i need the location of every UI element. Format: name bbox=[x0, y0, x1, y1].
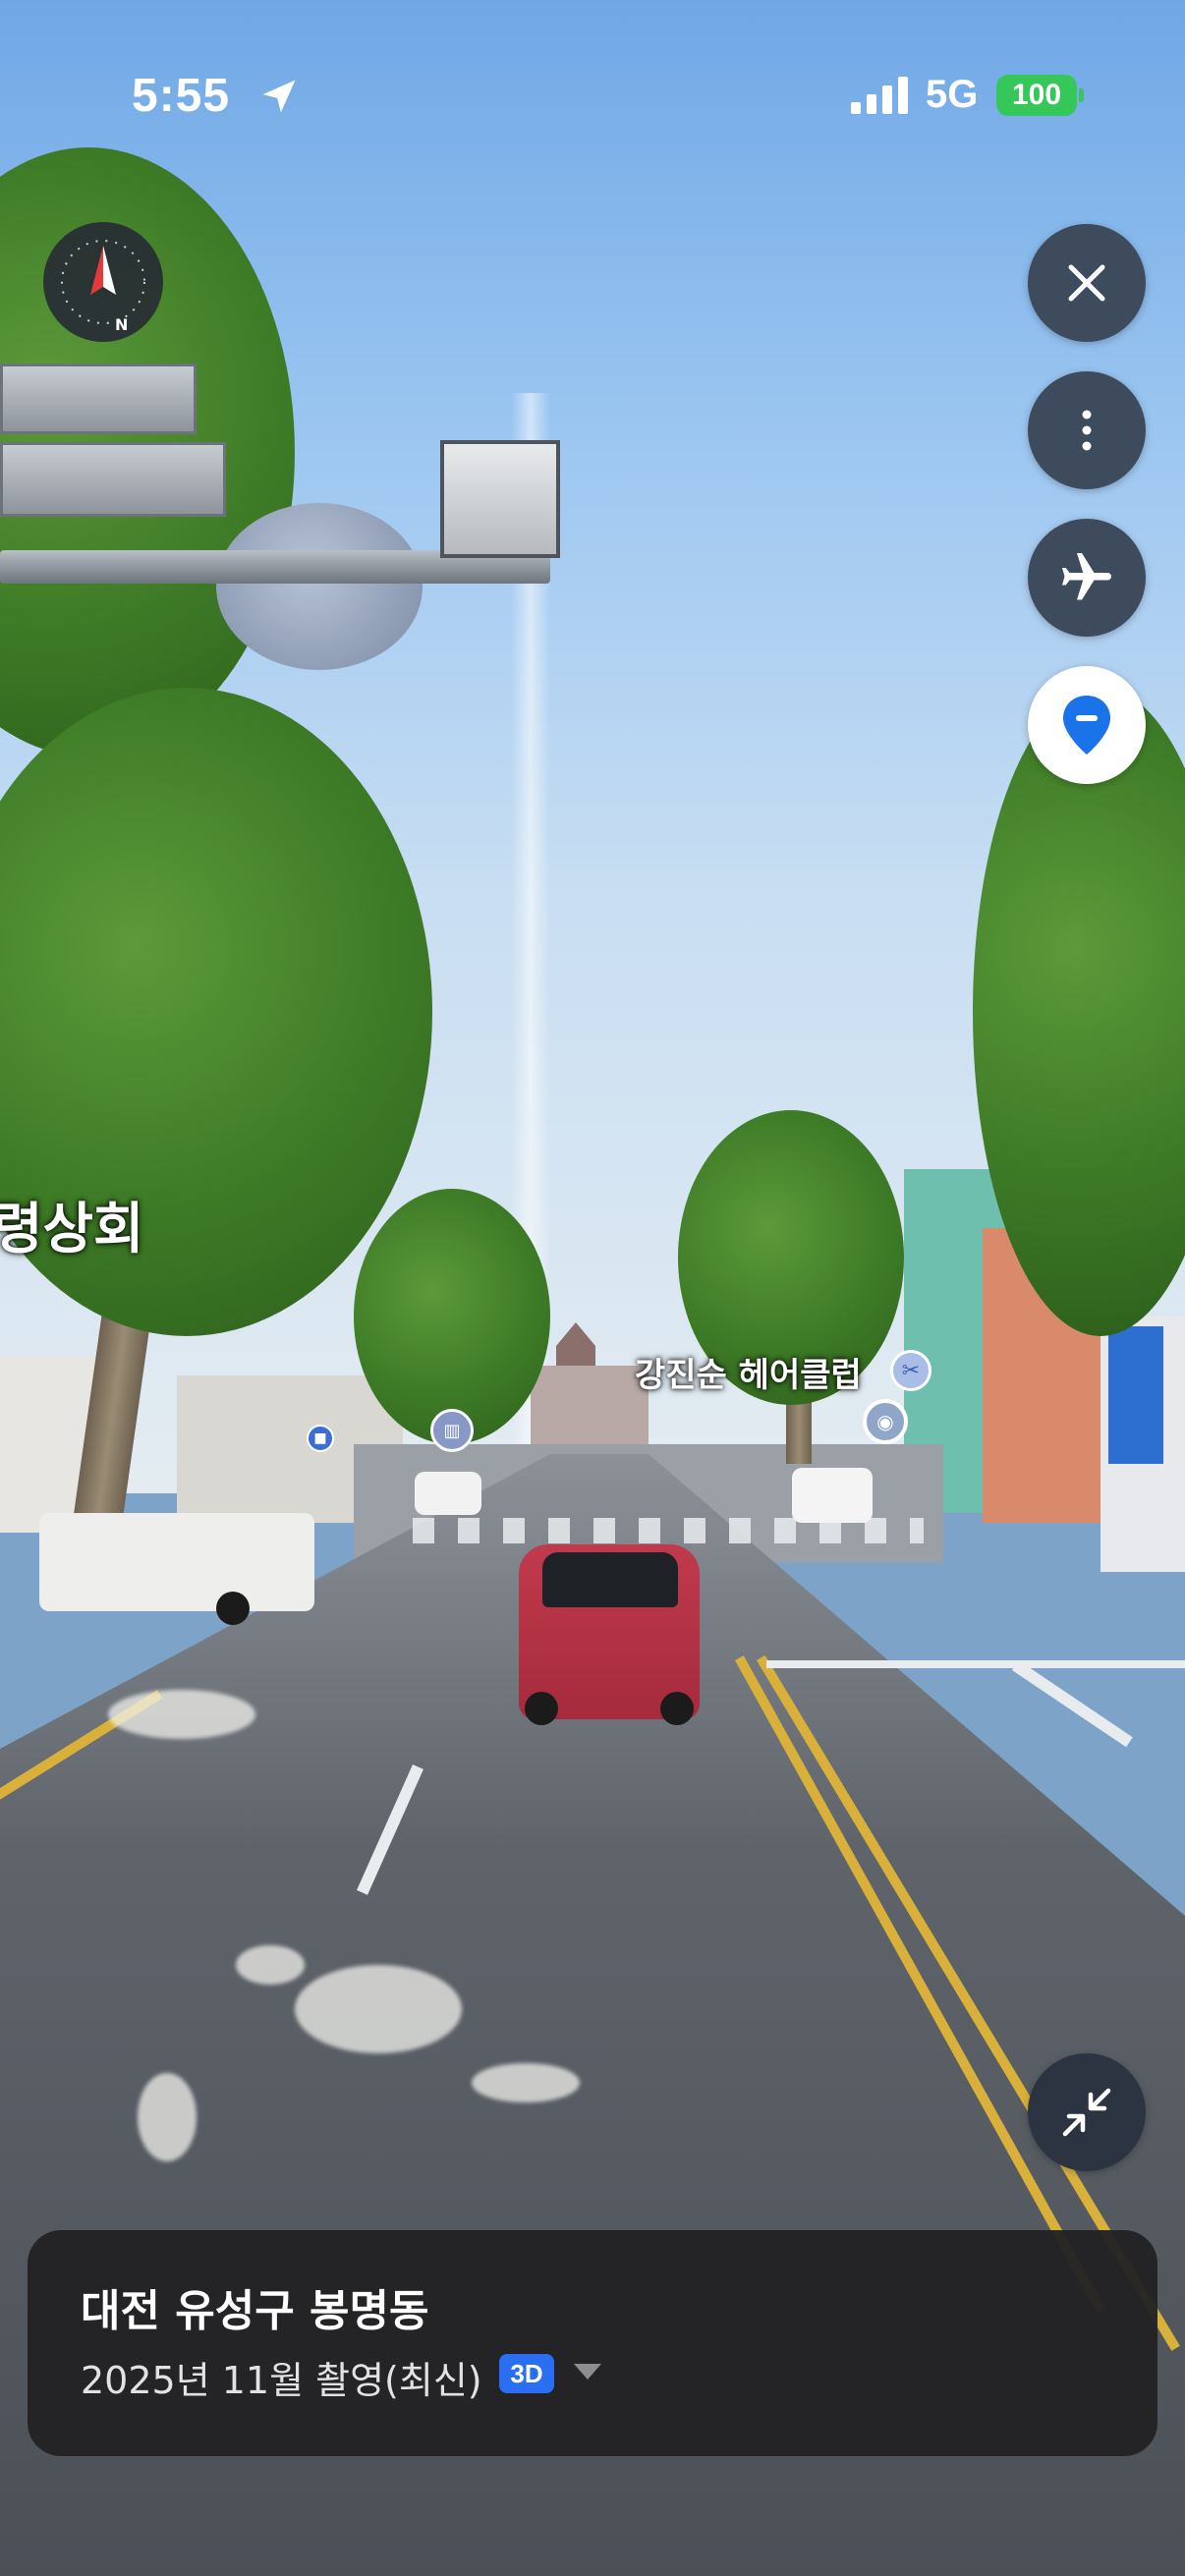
traffic-camera bbox=[440, 440, 560, 558]
light-patch bbox=[108, 1690, 255, 1739]
lane-line-right bbox=[1012, 1660, 1133, 1748]
parked-car bbox=[415, 1472, 481, 1515]
compass-north-label: N bbox=[115, 315, 128, 334]
capture-date[interactable]: 2025년 11월 촬영(최신) bbox=[81, 2350, 482, 2404]
location-arrow-icon bbox=[262, 80, 296, 113]
car-wheel bbox=[216, 1592, 250, 1625]
airplane-view-button[interactable] bbox=[1028, 519, 1146, 637]
red-car-windshield bbox=[542, 1552, 678, 1607]
light-patch bbox=[295, 1965, 462, 2053]
airplane-icon bbox=[1062, 553, 1111, 600]
network-type: 5G bbox=[926, 73, 979, 116]
bus-stop-icon[interactable]: ■ bbox=[307, 1425, 334, 1452]
light-patch bbox=[236, 1945, 305, 1985]
car-wheel bbox=[660, 1692, 694, 1725]
building-marker-icon[interactable]: ▥ bbox=[430, 1409, 474, 1452]
map-pin-minus-icon bbox=[1063, 696, 1110, 755]
overhead-sign bbox=[0, 364, 197, 434]
location-pin-button[interactable] bbox=[1028, 666, 1146, 784]
badge-3d[interactable]: 3D bbox=[499, 2354, 554, 2393]
parked-car bbox=[792, 1468, 873, 1523]
poi-marker[interactable]: ◉ bbox=[863, 1399, 908, 1444]
chevron-down-icon[interactable] bbox=[574, 2364, 601, 2380]
shrink-view-button[interactable] bbox=[1028, 2053, 1146, 2171]
battery-nub bbox=[1079, 88, 1084, 102]
battery-indicator: 100 bbox=[996, 75, 1077, 116]
tree bbox=[354, 1189, 550, 1444]
close-button[interactable] bbox=[1028, 224, 1146, 342]
overhead-sign bbox=[0, 442, 226, 517]
poi-label-left-store[interactable]: 령상회 bbox=[0, 1185, 144, 1264]
parked-car bbox=[39, 1513, 314, 1611]
close-icon bbox=[1068, 264, 1105, 302]
compass-button[interactable]: N bbox=[43, 222, 163, 342]
status-time: 5:55 bbox=[132, 70, 231, 122]
scissors-icon[interactable]: ✂ bbox=[890, 1350, 931, 1391]
compass-icon: N bbox=[61, 240, 145, 334]
location-title: 대전 유성구 봉명동 bbox=[81, 2286, 429, 2336]
signal-bars-icon bbox=[851, 77, 908, 114]
more-options-button[interactable] bbox=[1028, 371, 1146, 489]
status-bar: 5:55 5G 100 bbox=[0, 59, 1185, 138]
distant-building bbox=[531, 1366, 649, 1454]
light-patch bbox=[138, 2073, 197, 2161]
street-view-panorama[interactable] bbox=[0, 0, 1185, 2576]
blue-vertical-sign bbox=[1108, 1326, 1163, 1464]
light-patch bbox=[472, 2063, 580, 2102]
round-road-sign bbox=[216, 503, 423, 670]
location-info-panel[interactable]: 대전 유성구 봉명동 2025년 11월 촬영(최신) 3D bbox=[28, 2230, 1157, 2456]
poi-label-hair-salon[interactable]: 강진순 헤어클럽 bbox=[635, 1348, 862, 1396]
stop-line bbox=[766, 1660, 1185, 1668]
shrink-arrows-icon bbox=[1062, 2088, 1111, 2137]
car-wheel bbox=[525, 1692, 558, 1725]
more-vertical-icon bbox=[1082, 410, 1092, 451]
